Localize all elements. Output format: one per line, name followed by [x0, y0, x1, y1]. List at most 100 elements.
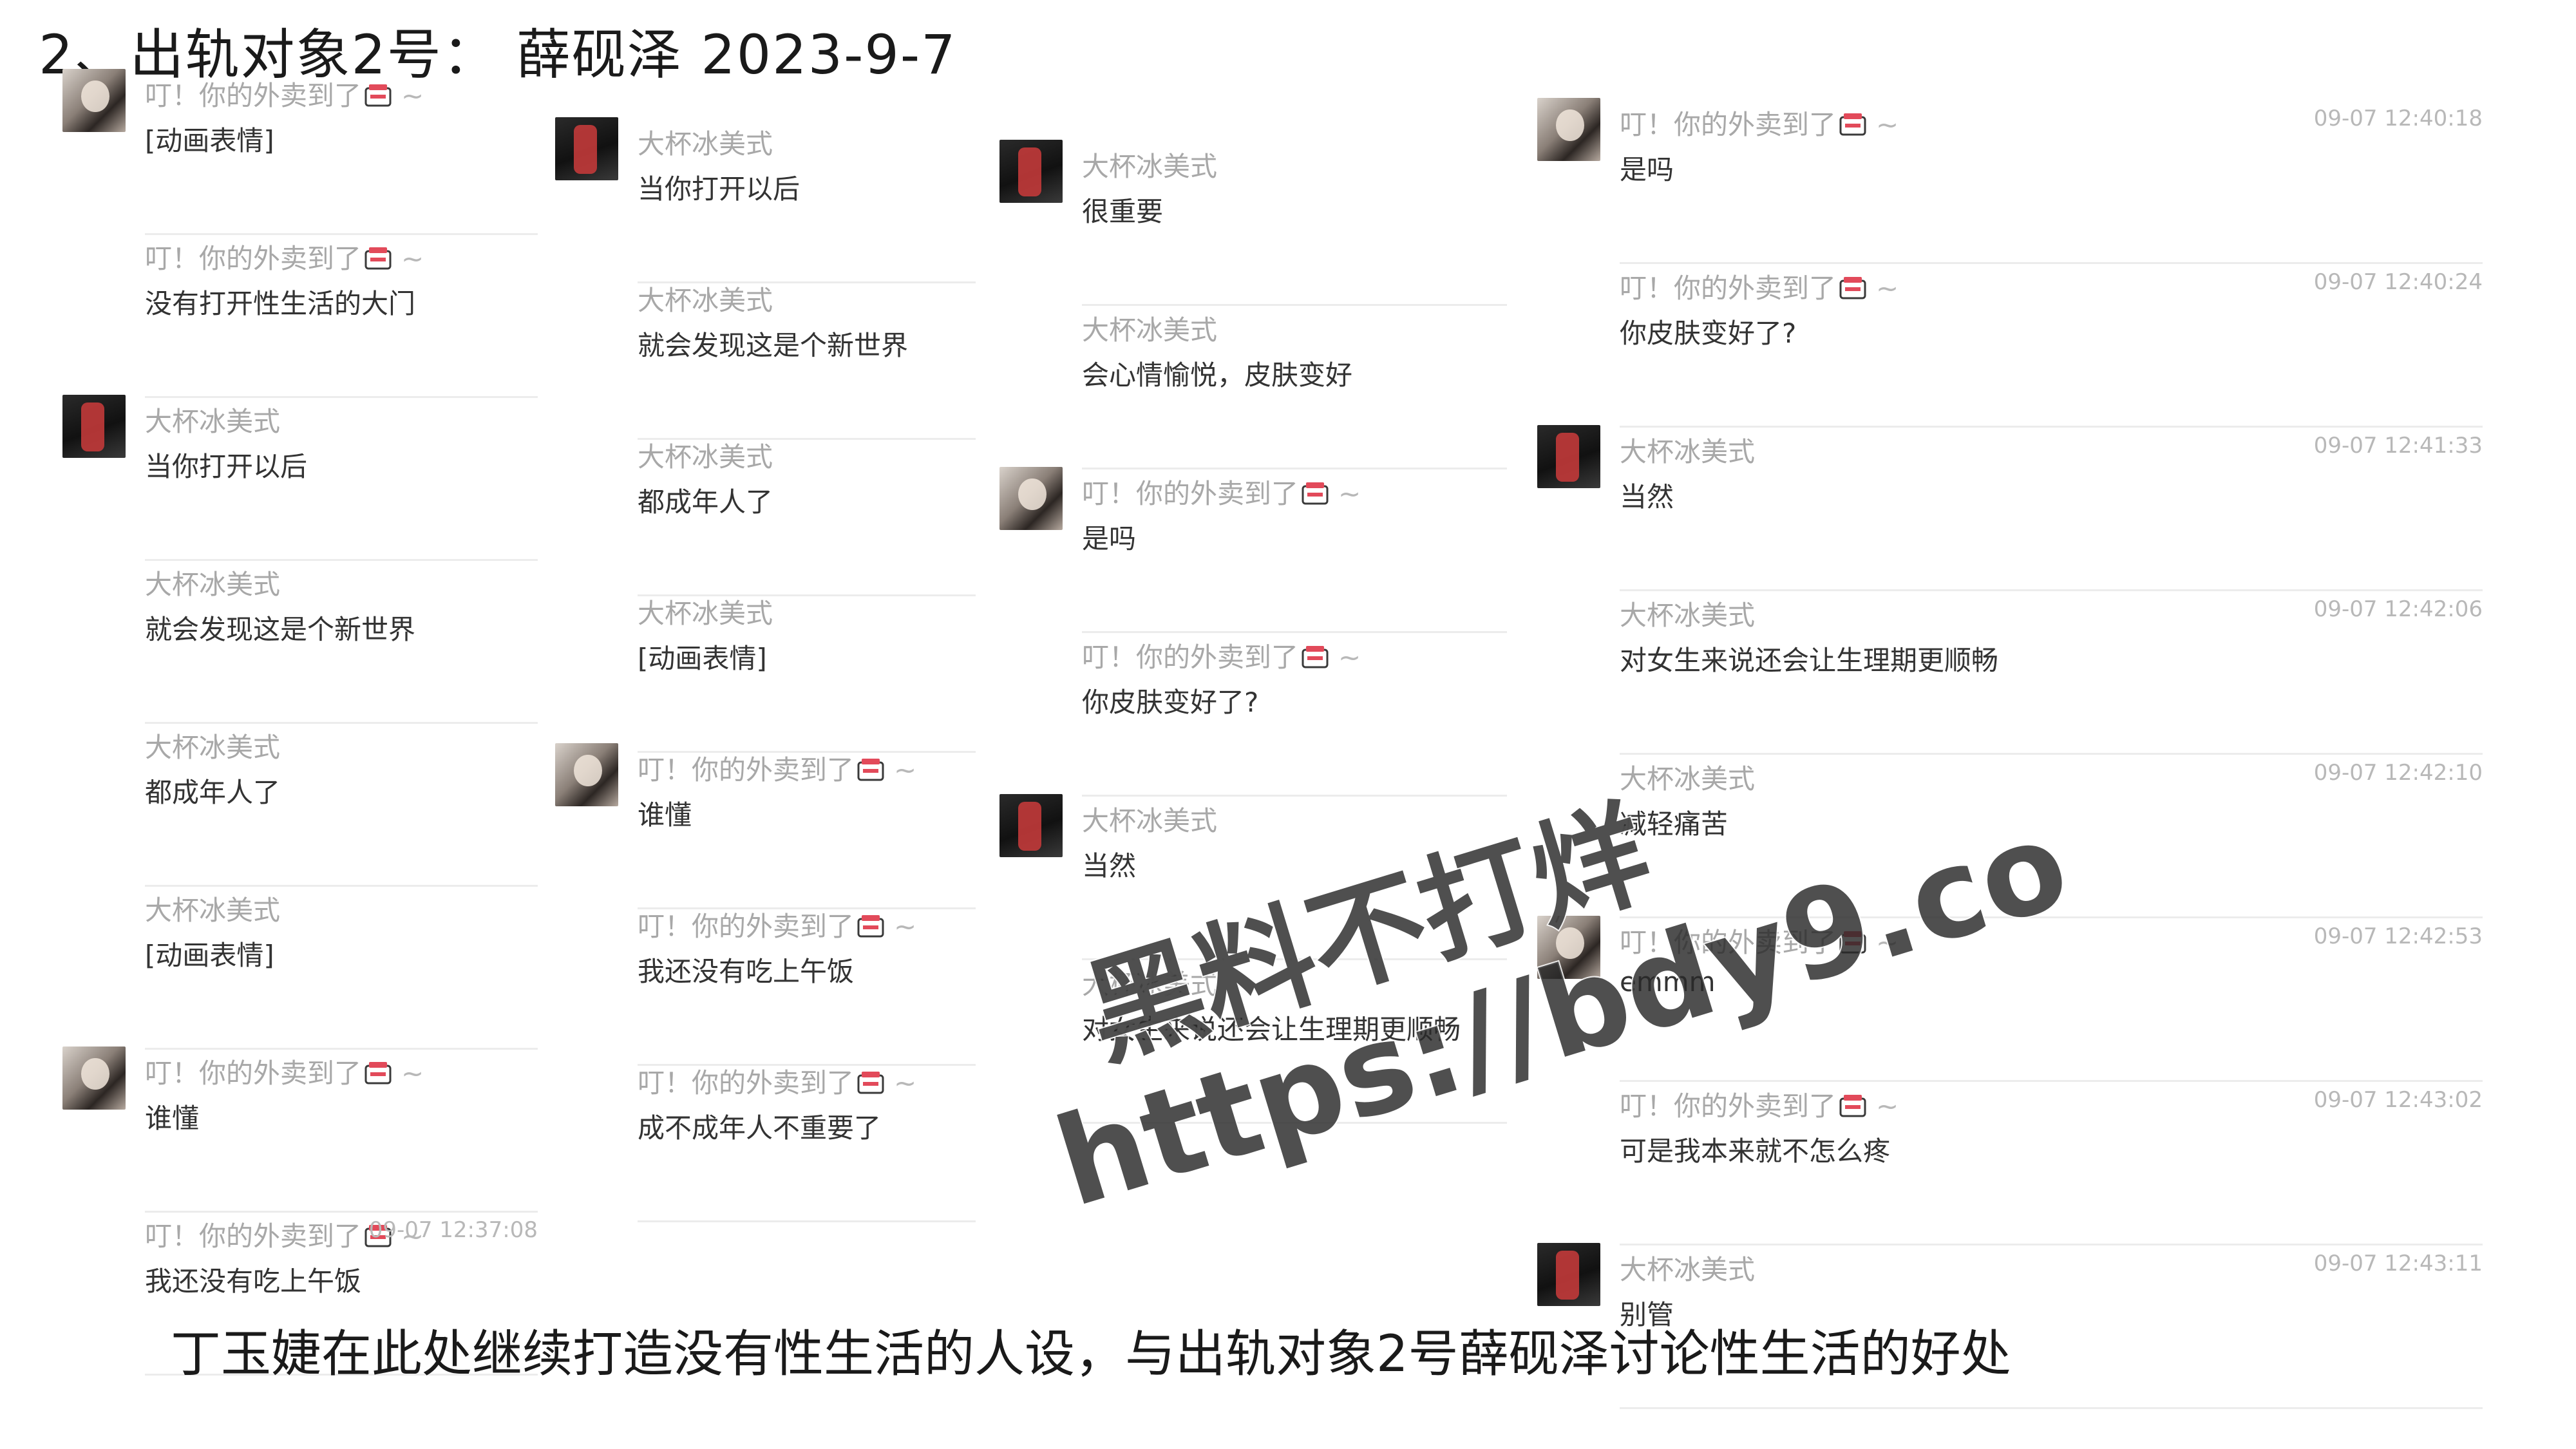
sender-name-label: 大杯冰美式: [1082, 151, 1218, 182]
message-text: 当你打开以后: [145, 451, 308, 482]
sender-name-label: 叮！你的外卖到了: [145, 1057, 362, 1089]
sender-name: 大杯冰美式: [1082, 308, 1217, 348]
sender-name: 叮！你的外卖到了 ~: [638, 1061, 916, 1101]
message-timestamp: 09-07 12:42:53: [2313, 923, 2483, 949]
chat-message[interactable]: 大杯冰美式 当你打开以后: [555, 117, 976, 283]
name-tilde: ~: [1338, 478, 1361, 509]
sender-name-label: 大杯冰美式: [638, 128, 773, 160]
message-divider: [145, 1048, 538, 1050]
message-text: [动画表情]: [145, 940, 274, 971]
chat-message[interactable]: 叮！你的外卖到了 ~09-07 12:43:02 可是我本来就不怎么疼: [1620, 1084, 2483, 1245]
message-divider: [1620, 1080, 2483, 1082]
avatar[interactable]: [62, 1046, 126, 1110]
message-divider: [1620, 753, 2483, 755]
chat-message[interactable]: 大杯冰美式 都成年人了: [145, 726, 538, 887]
chat-message[interactable]: 大杯冰美式 [动画表情]: [145, 889, 538, 1050]
chat-message[interactable]: 大杯冰美式 会心情愉悦，皮肤变好: [1082, 308, 1507, 469]
chat-message[interactable]: 叮！你的外卖到了 ~ 我还没有吃上午饭: [638, 905, 976, 1066]
message-divider: [1620, 426, 2483, 428]
chat-message[interactable]: 大杯冰美式 09-07 12:41:33 当然: [1537, 425, 2483, 591]
message-text: 我还没有吃上午饭: [145, 1265, 362, 1297]
chat-message[interactable]: 大杯冰美式 都成年人了: [638, 435, 976, 596]
sender-name-label: 叮！你的外卖到了: [1620, 1090, 1837, 1122]
message-text: 谁懂: [145, 1103, 200, 1134]
takeout-box-icon: [1839, 111, 1867, 136]
message-text: 我还没有吃上午饭: [638, 956, 855, 987]
avatar[interactable]: [999, 140, 1063, 203]
message-text: 谁懂: [638, 799, 692, 831]
chat-message[interactable]: 大杯冰美式 对女生来说还会让生理期更顺畅: [1082, 963, 1507, 1124]
chat-message[interactable]: 叮！你的外卖到了 ~ [动画表情]: [62, 69, 538, 235]
name-tilde: ~: [1876, 272, 1899, 304]
sender-name-label: 叮！你的外卖到了: [1620, 272, 1837, 304]
message-text: emmm: [1620, 966, 1716, 998]
avatar[interactable]: [555, 743, 618, 806]
avatar[interactable]: [999, 794, 1063, 857]
chat-message[interactable]: 叮！你的外卖到了 ~ 你皮肤变好了?: [1082, 636, 1507, 797]
chat-message[interactable]: 大杯冰美式当你打开以后: [62, 395, 538, 561]
sender-name-label: 叮！你的外卖到了: [638, 911, 855, 942]
sender-name-label: 大杯冰美式: [1620, 436, 1756, 468]
message-text: 都成年人了: [638, 486, 773, 518]
takeout-box-icon: [1839, 929, 1867, 954]
avatar[interactable]: [1537, 425, 1600, 488]
chat-message[interactable]: 叮！你的外卖到了 ~ 没有打开性生活的大门: [145, 237, 538, 398]
chat-message[interactable]: 叮！你的外卖到了 ~ 成不成年人不重要了: [638, 1061, 976, 1222]
sender-name: 大杯冰美式: [638, 279, 773, 318]
sender-name-label: 叮！你的外卖到了: [145, 1220, 362, 1252]
chat-message[interactable]: 叮！你的外卖到了 ~09-07 12:40:18 是吗: [1537, 98, 2483, 264]
message-text: 没有打开性生活的大门: [145, 288, 416, 319]
chat-message[interactable]: 叮！你的外卖到了 ~ 是吗: [999, 467, 1507, 633]
sender-name-label: 大杯冰美式: [145, 406, 281, 437]
avatar[interactable]: [555, 117, 618, 180]
message-timestamp: 09-07 12:41:33: [2313, 433, 2483, 459]
message-timestamp: 09-07 12:37:08: [368, 1217, 538, 1243]
name-tilde: ~: [401, 1057, 424, 1089]
sender-name: 大杯冰美式: [1620, 1248, 1755, 1287]
chat-message[interactable]: 叮！你的外卖到了 ~09-07 12:42:53 emmm: [1537, 916, 2483, 1082]
sender-name: 叮！你的外卖到了 ~: [1620, 1084, 1899, 1124]
sender-name: 叮！你的外卖到了 ~: [638, 748, 916, 788]
sender-name: 叮！你的外卖到了 ~: [145, 237, 424, 276]
sender-name: 大杯冰美式: [1620, 757, 1755, 797]
sender-name-label: 叮！你的外卖到了: [1620, 927, 1837, 958]
name-tilde: ~: [401, 80, 424, 111]
name-tilde: ~: [1876, 109, 1899, 140]
message-divider: [638, 1220, 976, 1222]
chat-message[interactable]: 大杯冰美式 [动画表情]: [638, 592, 976, 753]
message-text: [动画表情]: [145, 125, 274, 156]
message-divider: [1082, 958, 1507, 960]
message-text: 当然: [1620, 481, 1674, 513]
message-divider: [1082, 304, 1507, 306]
sender-name: 叮！你的外卖到了 ~: [638, 905, 916, 944]
message-text: [动画表情]: [638, 643, 767, 674]
chat-message[interactable]: 大杯冰美式 09-07 12:42:10 减轻痛苦: [1620, 757, 2483, 918]
avatar[interactable]: [62, 69, 126, 132]
avatar[interactable]: [999, 467, 1063, 530]
sender-name: 叮！你的外卖到了 ~: [145, 74, 424, 113]
chat-message[interactable]: 大杯冰美式 09-07 12:42:06 对女生来说还会让生理期更顺畅: [1620, 594, 2483, 755]
avatar[interactable]: [1537, 98, 1600, 161]
avatar[interactable]: [1537, 916, 1600, 979]
chat-message[interactable]: 大杯冰美式 很重要: [999, 140, 1507, 306]
takeout-box-icon: [857, 913, 885, 938]
sender-name-label: 叮！你的外卖到了: [1620, 109, 1837, 140]
avatar[interactable]: [62, 395, 126, 458]
chat-message[interactable]: 叮！你的外卖到了 ~ 谁懂: [555, 743, 976, 909]
sender-name-label: 叮！你的外卖到了: [1082, 641, 1299, 673]
chat-message[interactable]: 叮！你的外卖到了 ~ 谁懂: [62, 1046, 538, 1213]
chat-message[interactable]: 大杯冰美式 就会发现这是个新世界: [145, 563, 538, 724]
sender-name-label: 叮！你的外卖到了: [638, 754, 855, 786]
chat-message[interactable]: 大杯冰美式 就会发现这是个新世界: [638, 279, 976, 440]
chat-message[interactable]: 叮！你的外卖到了 ~09-07 12:40:24 你皮肤变好了?: [1620, 267, 2483, 428]
avatar[interactable]: [1537, 1243, 1600, 1306]
sender-name: 大杯冰美式: [1082, 963, 1217, 1002]
name-tilde: ~: [894, 1067, 917, 1099]
message-text: 是吗: [1620, 154, 1674, 185]
sender-name-label: 大杯冰美式: [1620, 600, 1756, 631]
sender-name: 叮！你的外卖到了 ~: [1082, 472, 1361, 511]
chat-message[interactable]: 大杯冰美式 当然: [999, 794, 1507, 960]
name-tilde: ~: [1876, 927, 1899, 958]
name-tilde: ~: [894, 754, 917, 786]
sender-name: 叮！你的外卖到了 ~: [1620, 921, 1899, 960]
